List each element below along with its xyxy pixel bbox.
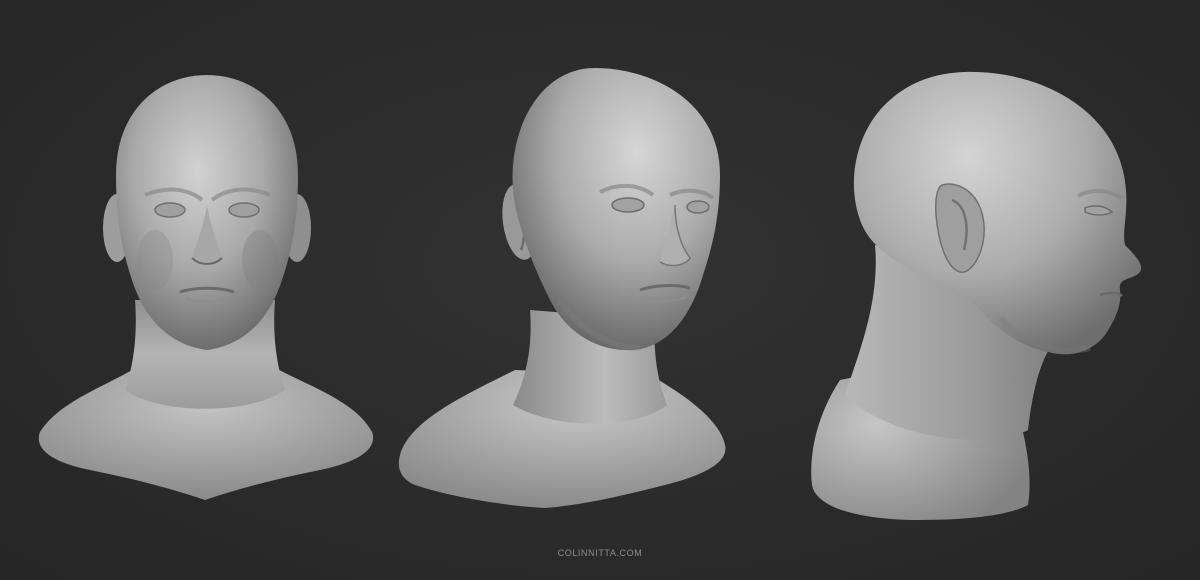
three-quarter-view-bust — [385, 0, 745, 520]
sculpt-render-canvas: COLINNITTA.COM — [0, 0, 1200, 580]
front-view-bust — [20, 0, 390, 520]
watermark-text: COLINNITTA.COM — [557, 548, 643, 558]
profile-view-bust — [800, 0, 1170, 530]
